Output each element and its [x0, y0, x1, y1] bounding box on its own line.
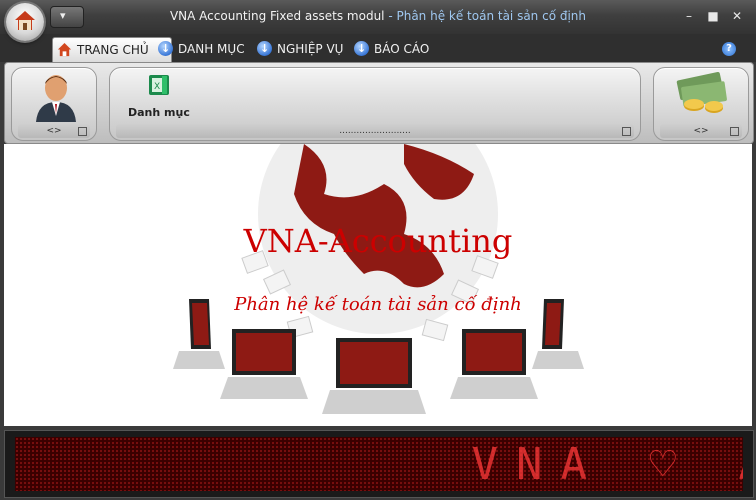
money-icon[interactable] [674, 72, 730, 116]
svg-text:X: X [154, 82, 160, 92]
close-button[interactable]: ✕ [729, 8, 745, 24]
user-icon[interactable] [32, 72, 80, 122]
tab-label: DANH MỤC [178, 42, 245, 56]
dialog-launcher-icon[interactable] [78, 127, 87, 136]
main-content: VNA-Accounting Phân hệ kế toán tài sản c… [4, 144, 752, 426]
minimize-button[interactable]: – [681, 8, 697, 24]
banner-title: VNA-Accounting [243, 222, 513, 260]
banner-subtitle: Phân hệ kế toán tài sản cố định [234, 294, 522, 315]
maximize-button[interactable]: ■ [705, 8, 721, 24]
ribbon-panel: <> X Danh mục ......................... [4, 62, 754, 144]
tab-label: TRANG CHỦ [77, 43, 149, 57]
download-orb-icon [257, 37, 272, 61]
tab-nghiep-vu[interactable]: NGHIỆP VỤ [253, 37, 365, 61]
help-button[interactable]: ? [722, 42, 736, 56]
home-icon [57, 42, 72, 57]
title-main: VNA Accounting Fixed assets modul [169, 9, 385, 23]
title-bar: ▾ VNA Accounting Fixed assets modul - Ph… [0, 0, 756, 34]
network-globe-illustration [173, 144, 584, 414]
home-icon [15, 11, 35, 30]
title-subtitle: Phân hệ kế toán tài sản cố định [396, 9, 587, 23]
led-matrix: VNA ♡ A [15, 437, 743, 491]
catalog-button[interactable]: Danh mục [128, 106, 190, 119]
application-menu-button[interactable] [6, 3, 44, 41]
title-separator: - [384, 9, 397, 23]
group-footer: <> [18, 124, 90, 138]
tab-danh-muc[interactable]: DANH MỤC [154, 37, 266, 61]
ribbon-group-money: <> [653, 67, 749, 141]
ribbon-tabs: TRANG CHỦ DANH MỤC NGHIỆP VỤ BÁO CÁO [0, 34, 756, 62]
download-orb-icon [158, 37, 173, 61]
ticker-text: VNA ♡ A [471, 439, 743, 490]
window-title: VNA Accounting Fixed assets modul - Phân… [0, 9, 756, 23]
tab-label: NGHIỆP VỤ [277, 42, 344, 56]
group-footer: <> [660, 124, 742, 138]
download-orb-icon [354, 37, 369, 61]
led-ticker: VNA ♡ A [4, 430, 754, 498]
ribbon-group-catalog: X Danh mục ......................... [109, 67, 641, 141]
tab-bao-cao[interactable]: BÁO CÁO [350, 37, 452, 61]
tab-label: BÁO CÁO [374, 42, 430, 56]
group-footer-label: ......................... [339, 126, 411, 136]
ribbon-group-user: <> [11, 67, 97, 141]
dialog-launcher-icon[interactable] [622, 127, 631, 136]
catalog-book-icon: X [149, 75, 169, 95]
group-footer: ......................... [116, 124, 634, 138]
dialog-launcher-icon[interactable] [730, 127, 739, 136]
app-window: ▾ VNA Accounting Fixed assets modul - Ph… [0, 0, 756, 500]
